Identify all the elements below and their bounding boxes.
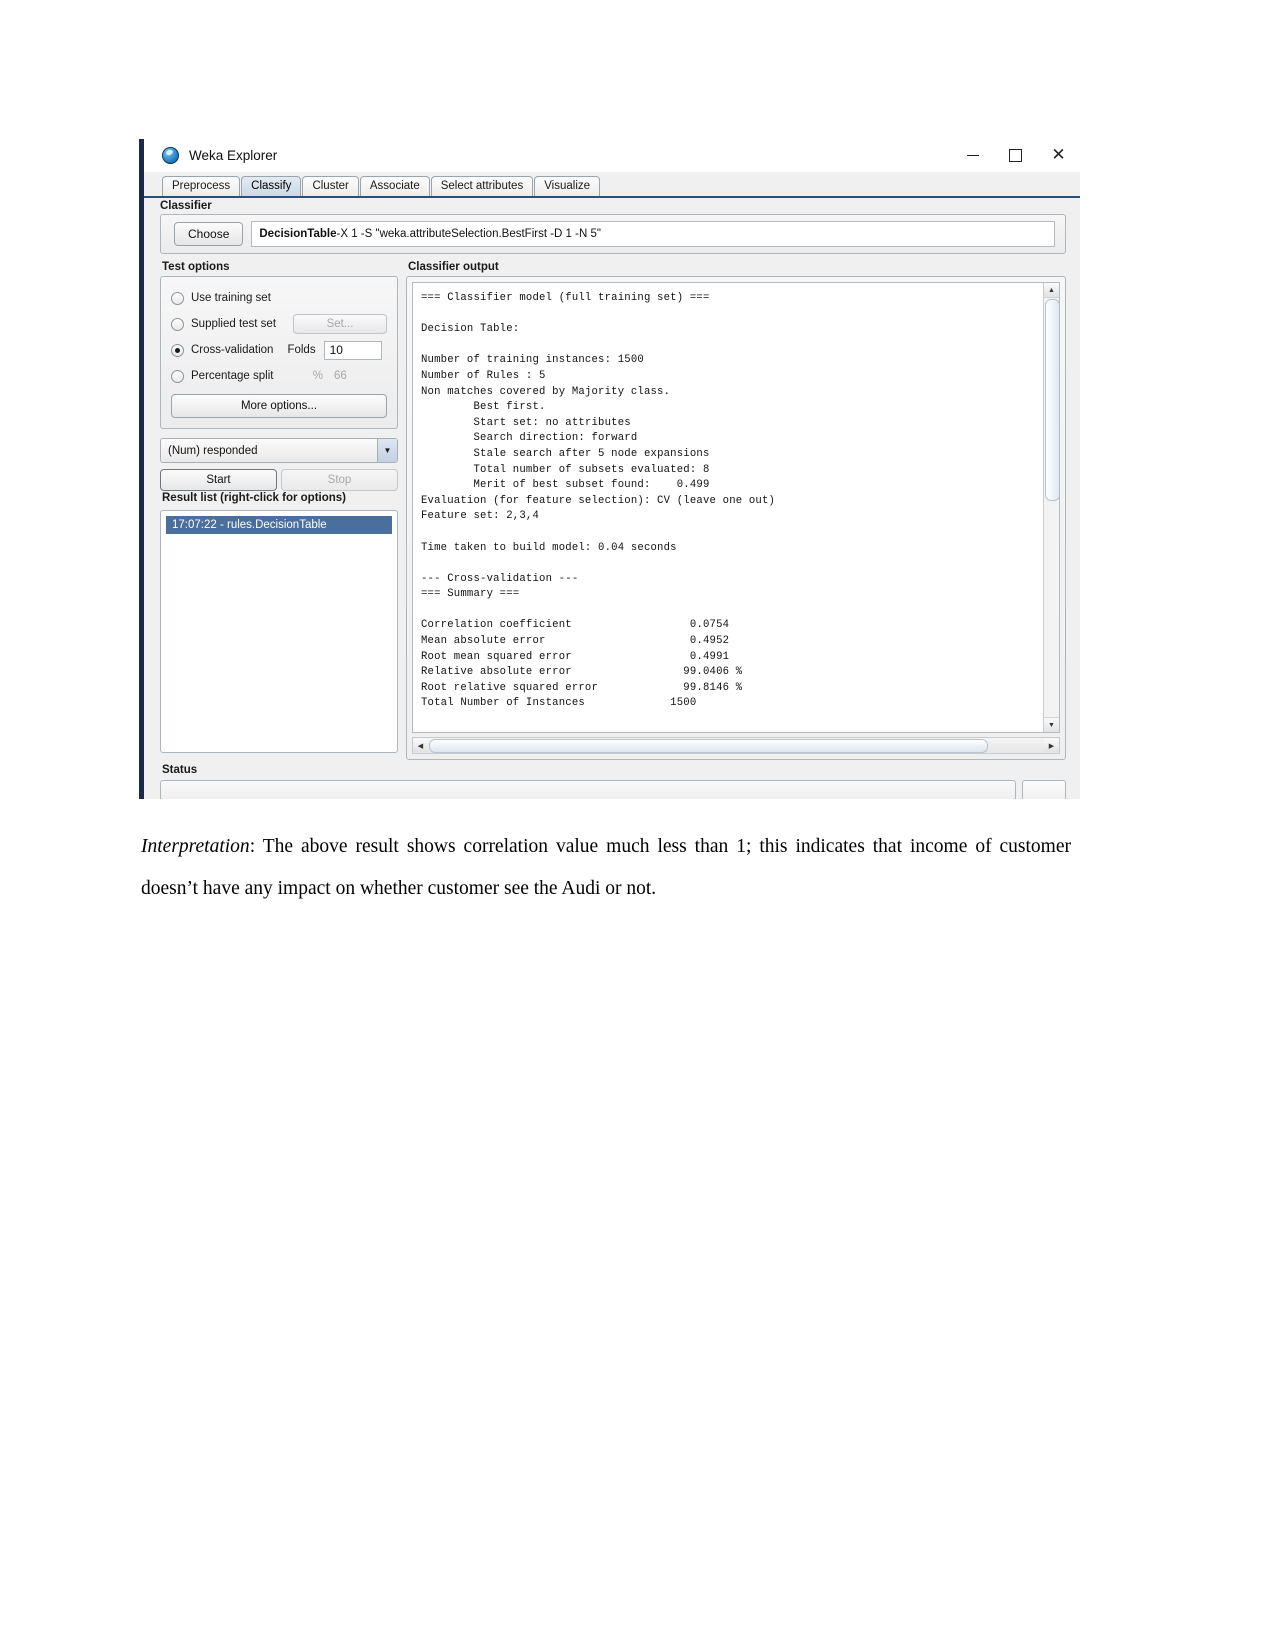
label-use-training-set: Use training set (191, 292, 271, 304)
classifier-scheme-name: DecisionTable (259, 228, 337, 240)
percent-input[interactable]: 66 (329, 370, 387, 382)
log-button[interactable] (1022, 780, 1066, 799)
choose-button[interactable]: Choose (174, 222, 244, 246)
classifier-group: Classifier Choose DecisionTable -X 1 -S … (144, 198, 1080, 254)
horizontal-scrollbar[interactable]: ◀ ▶ (412, 737, 1060, 754)
test-options-panel: Use training set Supplied test set Set..… (160, 276, 398, 429)
option-percentage-split[interactable]: Percentage split % 66 (171, 363, 387, 389)
chevron-down-icon[interactable]: ▼ (377, 439, 397, 462)
weka-bird-icon (162, 147, 179, 164)
radio-use-training-set[interactable] (171, 291, 184, 305)
minimize-icon[interactable] (951, 139, 994, 172)
folds-label: Folds (287, 344, 316, 356)
radio-supplied-test-set[interactable] (171, 317, 184, 331)
interpretation-lead: Interpretation (141, 836, 250, 857)
scroll-left-icon[interactable]: ◀ (413, 739, 428, 752)
tab-preprocess[interactable]: Preprocess (162, 175, 241, 196)
option-use-training-set[interactable]: Use training set (171, 285, 387, 311)
vertical-scroll-track[interactable] (1044, 298, 1059, 717)
status-text (160, 780, 1016, 799)
tab-visualize[interactable]: Visualize (534, 175, 601, 196)
explorer-tabs: Preprocess Classify Cluster Associate Se… (144, 172, 1080, 198)
classifier-scheme-field[interactable]: DecisionTable -X 1 -S "weka.attributeSel… (251, 221, 1055, 247)
classifier-selector: Choose DecisionTable -X 1 -S "weka.attri… (160, 214, 1066, 254)
classifier-output-text: === Classifier model (full training set)… (421, 292, 776, 710)
maximize-icon[interactable] (994, 139, 1037, 172)
tab-cluster[interactable]: Cluster (302, 175, 359, 196)
classifier-scheme-options: -X 1 -S "weka.attributeSelection.BestFir… (336, 228, 601, 240)
class-attribute-combo[interactable]: (Num) responded ▼ (160, 438, 398, 463)
more-options-button[interactable]: More options... (171, 394, 387, 418)
set-button[interactable]: Set... (293, 314, 387, 334)
folds-input[interactable]: 10 (323, 340, 382, 360)
radio-cross-validation[interactable] (171, 343, 184, 357)
right-column: Classifier output === Classifier model (… (406, 260, 1066, 760)
close-icon[interactable]: ✕ (1037, 139, 1080, 172)
weka-explorer-window: Weka Explorer ✕ Preprocess Classify Clus… (139, 139, 1080, 799)
window-title: Weka Explorer (189, 148, 278, 163)
result-list[interactable]: 17:07:22 - rules.DecisionTable (160, 510, 398, 753)
label-supplied-test-set: Supplied test set (191, 318, 277, 330)
status-label: Status (162, 764, 198, 776)
list-item[interactable]: 17:07:22 - rules.DecisionTable (166, 516, 392, 534)
radio-percentage-split[interactable] (171, 369, 184, 383)
classifier-output-viewport: === Classifier model (full training set)… (412, 282, 1060, 733)
classifier-output-label: Classifier output (408, 261, 499, 273)
left-column: Test options Use training set Supplied t… (160, 260, 398, 760)
tab-select-attributes[interactable]: Select attributes (430, 175, 534, 196)
percent-label: % (312, 370, 323, 382)
label-percentage-split: Percentage split (191, 370, 274, 382)
stop-button: Stop (281, 469, 398, 491)
tab-associate[interactable]: Associate (359, 175, 430, 196)
window-controls: ✕ (951, 139, 1080, 172)
option-supplied-test-set[interactable]: Supplied test set Set... (171, 311, 387, 337)
scroll-up-icon[interactable]: ▲ (1044, 283, 1059, 298)
title-bar: Weka Explorer ✕ (144, 139, 1080, 172)
vertical-scrollbar[interactable]: ▲ ▼ (1043, 283, 1059, 732)
status-row (160, 780, 1066, 799)
classifier-group-label: Classifier (160, 200, 212, 212)
tab-classify[interactable]: Classify (241, 175, 302, 196)
scroll-right-icon[interactable]: ▶ (1044, 739, 1059, 752)
interpretation-paragraph: Interpretation: The above result shows c… (141, 826, 1071, 910)
start-button[interactable]: Start (160, 469, 277, 491)
interpretation-body: : The above result shows correlation val… (141, 836, 1071, 899)
scroll-down-icon[interactable]: ▼ (1044, 717, 1059, 732)
start-stop-row: Start Stop (160, 469, 398, 491)
horizontal-scroll-thumb[interactable] (429, 738, 988, 753)
class-attribute-value: (Num) responded (168, 444, 258, 457)
label-cross-validation: Cross-validation (191, 344, 274, 356)
result-list-label: Result list (right-click for options) (162, 492, 347, 504)
test-options-label: Test options (162, 261, 230, 273)
option-cross-validation[interactable]: Cross-validation Folds 10 (171, 337, 387, 363)
classifier-output-panel: === Classifier model (full training set)… (406, 276, 1066, 760)
status-area: Status (144, 760, 1080, 799)
explorer-main-row: Test options Use training set Supplied t… (144, 260, 1080, 760)
vertical-scroll-thumb[interactable] (1045, 299, 1059, 501)
